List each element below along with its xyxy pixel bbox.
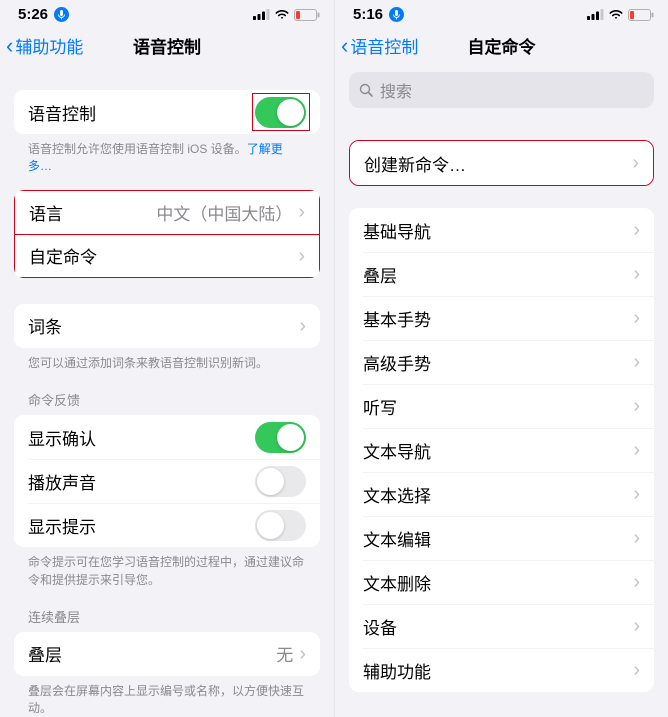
chevron-left-icon: ‹ [341, 35, 348, 57]
screen-custom-commands: 5:16 ‹ 语音控制 自定命令 [334, 0, 668, 717]
overlay-header: 连续叠层 [0, 589, 334, 632]
chevron-right-icon: › [298, 202, 305, 222]
voice-control-row[interactable]: 语音控制 [14, 90, 320, 134]
category-label: 文本编辑 [363, 526, 633, 551]
mic-icon [389, 7, 404, 22]
category-row[interactable]: 听写› [349, 384, 654, 428]
search-placeholder: 搜索 [380, 78, 412, 102]
settings-content[interactable]: 语音控制 语音控制允许您使用语音控制 iOS 设备。了解更多… 语言 中文（中国… [0, 68, 334, 717]
chevron-right-icon: › [633, 484, 640, 504]
category-label: 高级手势 [363, 350, 633, 375]
category-row[interactable]: 高级手势› [349, 340, 654, 384]
category-row[interactable]: 叠层› [349, 252, 654, 296]
feedback-header: 命令反馈 [0, 372, 334, 415]
nav-bar: ‹ 语音控制 自定命令 [335, 25, 668, 68]
category-label: 辅助功能 [363, 658, 633, 683]
overlay-footer: 叠层会在屏幕内容上显示编号或名称，以方便快速互动。 [0, 676, 334, 717]
show-hints-row[interactable]: 显示提示 [14, 503, 320, 547]
category-label: 基础导航 [363, 218, 633, 243]
search-input[interactable]: 搜索 [349, 72, 654, 108]
wifi-icon [608, 9, 624, 20]
voice-control-label: 语音控制 [28, 100, 255, 125]
status-bar: 5:16 [335, 0, 668, 25]
back-label: 辅助功能 [15, 33, 83, 58]
overlay-row[interactable]: 叠层 无 › [14, 632, 320, 676]
chevron-right-icon: › [632, 153, 639, 173]
chevron-right-icon: › [633, 264, 640, 284]
category-row[interactable]: 文本编辑› [349, 516, 654, 560]
language-value: 中文（中国大陆） [156, 200, 292, 225]
chevron-right-icon: › [633, 440, 640, 460]
chevron-right-icon: › [299, 316, 306, 336]
status-bar: 5:26 [0, 0, 334, 25]
chevron-right-icon: › [633, 396, 640, 416]
category-row[interactable]: 基础导航› [349, 208, 654, 252]
chevron-right-icon: › [633, 220, 640, 240]
commands-content[interactable]: 搜索 创建新命令… › 基础导航›叠层›基本手势›高级手势›听写›文本导航›文本… [335, 68, 668, 717]
category-label: 听写 [363, 394, 633, 419]
vocabulary-label: 词条 [28, 313, 299, 338]
custom-commands-row[interactable]: 自定命令 › [14, 234, 320, 278]
battery-icon [628, 9, 654, 21]
search-icon [359, 83, 374, 98]
chevron-right-icon: › [299, 644, 306, 664]
show-confirmation-toggle[interactable] [255, 422, 306, 453]
category-row[interactable]: 文本删除› [349, 560, 654, 604]
battery-icon [294, 9, 320, 21]
chevron-right-icon: › [633, 616, 640, 636]
cellular-icon [587, 9, 604, 20]
category-label: 设备 [363, 614, 633, 639]
play-sound-toggle[interactable] [255, 466, 306, 497]
language-row[interactable]: 语言 中文（中国大陆） › [14, 190, 320, 234]
play-sound-row[interactable]: 播放声音 [14, 459, 320, 503]
cellular-icon [253, 9, 270, 20]
create-command-group: 创建新命令… › [349, 140, 654, 186]
mic-icon [54, 7, 69, 22]
custom-commands-label: 自定命令 [29, 243, 298, 268]
status-time: 5:26 [18, 6, 48, 23]
vocabulary-footer: 您可以通过添加词条来教语音控制识别新词。 [0, 348, 334, 372]
language-label: 语言 [29, 200, 156, 225]
chevron-right-icon: › [633, 528, 640, 548]
back-button[interactable]: ‹ 语音控制 [341, 33, 418, 58]
back-button[interactable]: ‹ 辅助功能 [6, 33, 83, 58]
category-row[interactable]: 文本导航› [349, 428, 654, 472]
back-label: 语音控制 [350, 33, 418, 58]
voice-control-footer: 语音控制允许您使用语音控制 iOS 设备。了解更多… [0, 134, 334, 176]
chevron-right-icon: › [298, 246, 305, 266]
category-label: 文本删除 [363, 570, 633, 595]
category-label: 文本导航 [363, 438, 633, 463]
chevron-right-icon: › [633, 572, 640, 592]
vocabulary-row[interactable]: 词条 › [14, 304, 320, 348]
screen-voice-control: 5:26 ‹ 辅助功能 语音控制 语音控制 [0, 0, 334, 717]
chevron-right-icon: › [633, 660, 640, 680]
category-row[interactable]: 设备› [349, 604, 654, 648]
category-row[interactable]: 基本手势› [349, 296, 654, 340]
show-confirmation-row[interactable]: 显示确认 [14, 415, 320, 459]
hints-footer: 命令提示可在您学习语音控制的过程中，通过建议命令和提供提示来引导您。 [0, 547, 334, 589]
categories-group: 基础导航›叠层›基本手势›高级手势›听写›文本导航›文本选择›文本编辑›文本删除… [349, 208, 654, 692]
nav-bar: ‹ 辅助功能 语音控制 [0, 25, 334, 68]
category-row[interactable]: 辅助功能› [349, 648, 654, 692]
category-label: 基本手势 [363, 306, 633, 331]
voice-control-toggle[interactable] [255, 97, 306, 128]
show-hints-toggle[interactable] [255, 510, 306, 541]
chevron-right-icon: › [633, 308, 640, 328]
chevron-left-icon: ‹ [6, 35, 13, 57]
wifi-icon [274, 9, 290, 20]
category-row[interactable]: 文本选择› [349, 472, 654, 516]
status-time: 5:16 [353, 6, 383, 23]
create-new-command-row[interactable]: 创建新命令… › [350, 141, 653, 185]
category-label: 文本选择 [363, 482, 633, 507]
category-label: 叠层 [363, 262, 633, 287]
chevron-right-icon: › [633, 352, 640, 372]
